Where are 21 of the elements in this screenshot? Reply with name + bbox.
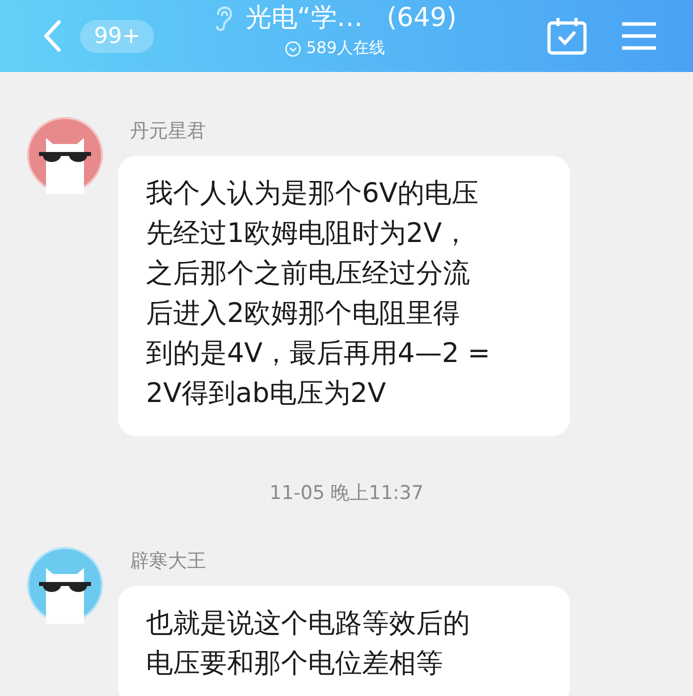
chevron-circle-icon: [285, 40, 302, 56]
menu-icon[interactable]: [621, 21, 657, 51]
message-line: 2V得到ab电压为2V: [146, 377, 386, 411]
sender-name: 丹元星君: [130, 119, 206, 144]
timestamp: 11-05 晚上11:37: [268, 481, 424, 506]
back-icon[interactable]: [42, 19, 62, 53]
message-line: 到的是4V，最后再用4—2 =: [146, 337, 490, 371]
cat-avatar-icon[interactable]: [26, 116, 104, 194]
message-line: 之后那个之前电压经过分流: [146, 257, 470, 291]
sender-name: 辟寒大王: [130, 549, 206, 574]
online-count: 589人在线: [306, 38, 385, 59]
message-line: 也就是说这个电路等效后的: [146, 607, 470, 641]
calendar-check-icon[interactable]: [547, 17, 587, 55]
message-line: 电压要和那个电位差相等: [146, 647, 443, 681]
message-line: 我个人认为是那个6V的电压: [146, 177, 479, 211]
member-count: (649): [386, 2, 457, 34]
group-title: 光电“学…: [245, 2, 363, 34]
cat-avatar-icon[interactable]: [26, 546, 104, 624]
message-line: 后进入2欧姆那个电阻里得: [146, 297, 460, 331]
message-line: 先经过1欧姆电阻时为2V，: [146, 217, 469, 251]
unread-badge: 99+: [80, 20, 154, 52]
